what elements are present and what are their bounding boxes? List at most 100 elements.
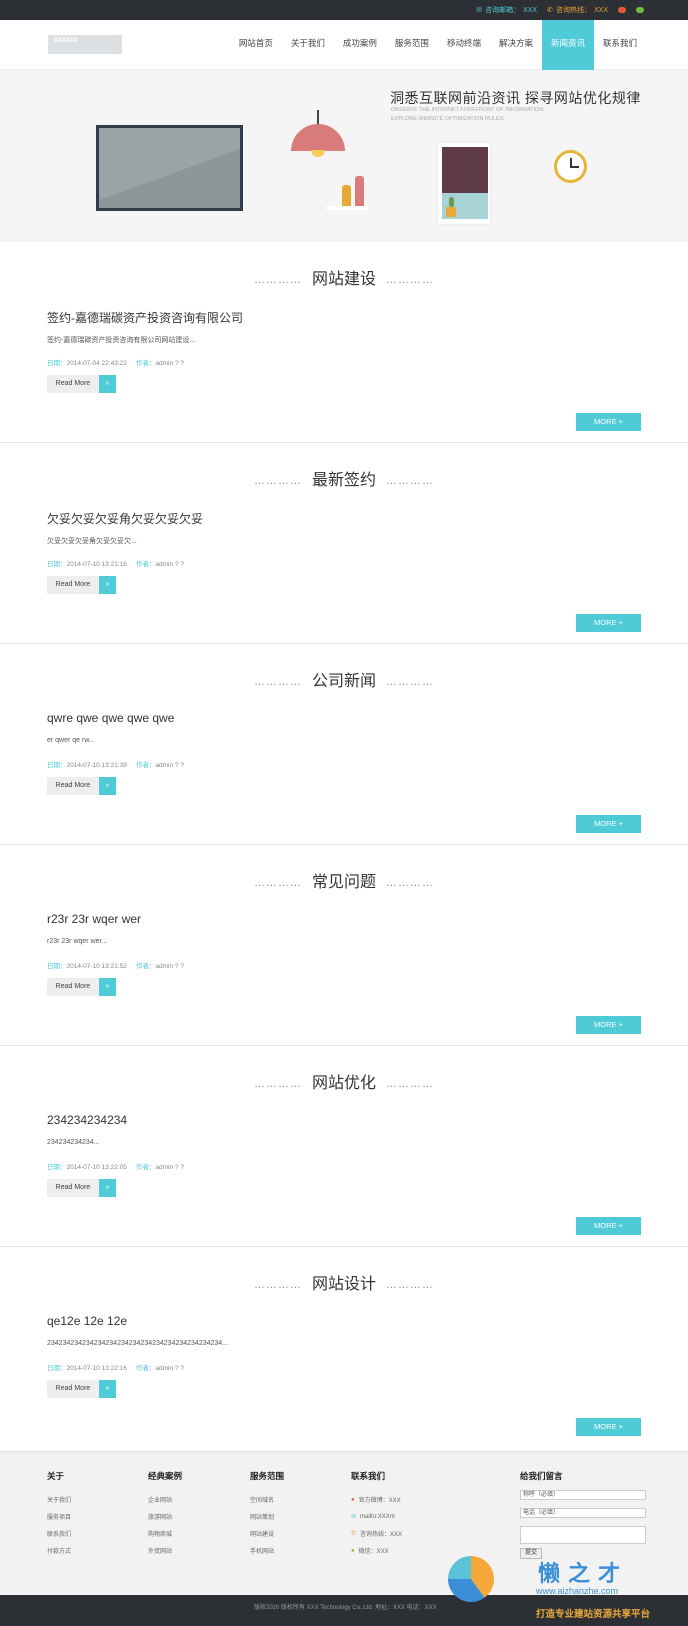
nav-item-home[interactable]: 网站首页 — [230, 20, 282, 70]
footer-col-title: 关于 — [47, 1471, 65, 1481]
article-title[interactable]: 234234234234 — [47, 1113, 127, 1127]
weibo-icon[interactable] — [618, 7, 626, 13]
news-section: ………… 常见问题 ………… r23r 23r wqer wer r23r 23r wq… — [0, 845, 688, 1046]
article-date: 2014-07-10 13:21:52 — [66, 963, 127, 970]
nav-item-about[interactable]: 关于我们 — [282, 20, 334, 70]
nav-item-mobile[interactable]: 移动终端 — [438, 20, 490, 70]
footer-link[interactable]: 手机网站 — [250, 1547, 284, 1555]
footer-col-cases: 经典案例 企业网站 旅游网站 购物商城 外贸网站 — [148, 1470, 182, 1564]
article-title[interactable]: 签约-嘉德瑞碳资产投资咨询有限公司 — [47, 309, 243, 326]
footer-col-services: 服务范围 空间域名 网站策划 网站建设 手机网站 — [250, 1470, 284, 1564]
news-sections: ………… 网站建设 ………… 签约-嘉德瑞碳资产投资咨询有限公司 签约-嘉德瑞碳资产投资… — [0, 242, 688, 1448]
main-nav: 网站首页 关于我们 成功案例 服务范围 移动终端 解决方案 新闻资讯 联系我们 — [230, 20, 646, 70]
clock-icon — [554, 150, 587, 183]
read-more-button[interactable]: Read More» — [47, 1380, 116, 1398]
article-title[interactable]: 欠妥欠妥欠妥角欠妥欠妥欠妥 — [47, 510, 203, 527]
phone-icon: ✆ — [351, 1531, 357, 1537]
message-textarea[interactable] — [520, 1526, 646, 1544]
article-meta: 日期：2014-07-10 13:22:16 作者：admin ? ? — [47, 1362, 184, 1372]
read-more-button[interactable]: Read More» — [47, 375, 116, 393]
read-more-button[interactable]: Read More» — [47, 777, 116, 795]
banner-subtitle-line: OBSERVE THE INTERNET FOREFRONT OF INFORM… — [391, 107, 545, 113]
more-button[interactable]: MORE + — [576, 1217, 641, 1235]
more-button[interactable]: MORE + — [576, 413, 641, 431]
contact-weibo[interactable]: ● 官方微博：XXX — [351, 1496, 402, 1505]
more-button[interactable]: MORE + — [576, 1016, 641, 1034]
footer-link[interactable]: 网站建设 — [250, 1530, 284, 1538]
logo[interactable]: XXXXXX — [48, 35, 122, 54]
more-button[interactable]: MORE + — [576, 1418, 641, 1436]
contact-email[interactable]: ✉ mailto:XXXm — [351, 1513, 402, 1521]
footer-col-title: 服务范围 — [250, 1471, 285, 1481]
nav-item-solutions[interactable]: 解决方案 — [490, 20, 542, 70]
article-author: admin ? ? — [155, 1164, 184, 1171]
footer-link[interactable]: 外贸网站 — [148, 1547, 182, 1555]
email-value: XXX — [523, 6, 538, 14]
footer-link[interactable]: 购物商城 — [148, 1530, 182, 1538]
nav-item-services[interactable]: 服务范围 — [386, 20, 438, 70]
author-label: 作者： — [135, 1365, 156, 1372]
footer-link[interactable]: 服务项目 — [47, 1513, 71, 1521]
phone-field[interactable]: 电话（必填） — [520, 1508, 646, 1518]
article-meta: 日期：2014-07-04 22:43:22 作者：admin ? ? — [47, 357, 184, 367]
read-more-button[interactable]: Read More» — [47, 576, 116, 594]
lamp-cord — [317, 110, 319, 125]
footer-link[interactable]: 付款方式 — [47, 1547, 71, 1555]
phone-info[interactable]: ✆ 咨询热线： XXX — [547, 5, 608, 15]
arrow-icon: » — [99, 375, 116, 393]
read-more-button[interactable]: Read More» — [47, 978, 116, 996]
article-title[interactable]: r23r 23r wqer wer — [47, 912, 141, 926]
article-excerpt: r23r 23r wqer wer... — [47, 938, 108, 945]
watermark-url: www.aizhanzhe.com — [536, 1586, 619, 1596]
watermark-logo-icon — [448, 1556, 494, 1602]
footer-link[interactable]: 联系我们 — [47, 1530, 71, 1538]
message-title: 给我们留言 — [520, 1471, 563, 1481]
news-section: ………… 网站优化 ………… 234234234234 234234234234... 日… — [0, 1046, 688, 1247]
article-date: 2014-07-10 13:21:16 — [66, 561, 127, 568]
heading-dots: ………… — [253, 1278, 302, 1291]
nav-item-news[interactable]: 新闻资讯 — [541, 20, 594, 70]
nav-item-cases[interactable]: 成功案例 — [334, 20, 386, 70]
arrow-icon: » — [99, 978, 116, 996]
nav-item-contact[interactable]: 联系我们 — [594, 20, 646, 70]
footer-link[interactable]: 网站策划 — [250, 1513, 284, 1521]
more-button[interactable]: MORE + — [576, 614, 641, 632]
more-button[interactable]: MORE + — [576, 815, 641, 833]
read-more-label: Read More — [47, 1380, 99, 1398]
wechat-icon[interactable] — [636, 7, 644, 13]
footer-col-title: 经典案例 — [148, 1471, 183, 1481]
arrow-icon: » — [99, 1179, 116, 1197]
article-author: admin ? ? — [155, 963, 184, 970]
contact-phone[interactable]: ✆ 咨询热线：XXX — [351, 1530, 402, 1538]
bottle-illustration — [342, 185, 351, 206]
contact-text: 官方微博：XXX — [358, 1498, 401, 1504]
lamp-illustration — [291, 124, 345, 151]
email-info[interactable]: ✉ 咨询邮箱： XXX — [476, 5, 537, 15]
footer-link[interactable]: 关于我们 — [47, 1496, 71, 1504]
news-section: ………… 公司新闻 ………… qwre qwe qwe qwe qwe er qwer … — [0, 644, 688, 845]
article-author: admin ? ? — [155, 360, 184, 367]
author-label: 作者： — [135, 360, 156, 367]
contact-wechat[interactable]: ● 微信：XXX — [351, 1547, 402, 1556]
read-more-label: Read More — [47, 576, 99, 594]
banner-subtitle: OBSERVE THE INTERNET FOREFRONT OF INFORM… — [391, 106, 581, 124]
article-title[interactable]: qe12e 12e 12e — [47, 1314, 127, 1328]
date-label: 日期： — [47, 1164, 67, 1171]
heading-dots: ………… — [253, 1077, 302, 1090]
heading-dots: ………… — [253, 474, 302, 487]
article-author: admin ? ? — [155, 561, 184, 568]
window-pane — [442, 147, 488, 193]
article-meta: 日期：2014-07-10 13:22:05 作者：admin ? ? — [47, 1161, 184, 1171]
phone-label: 咨询热线： — [555, 7, 591, 14]
article-title[interactable]: qwre qwe qwe qwe qwe — [47, 711, 174, 725]
name-field[interactable]: 称呼（必填） — [520, 1490, 646, 1500]
read-more-label: Read More — [47, 375, 99, 393]
footer-link[interactable]: 企业网站 — [148, 1496, 182, 1504]
heading-dots: ………… — [386, 474, 434, 487]
read-more-button[interactable]: Read More» — [47, 1179, 116, 1197]
footer-link[interactable]: 空间域名 — [250, 1496, 284, 1504]
footer-link[interactable]: 旅游网站 — [148, 1513, 182, 1521]
section-heading: ………… 网站优化 ………… — [0, 1069, 688, 1093]
section-heading: ………… 网站建设 ………… — [0, 265, 688, 289]
section-heading-text: 网站优化 — [311, 1075, 376, 1092]
